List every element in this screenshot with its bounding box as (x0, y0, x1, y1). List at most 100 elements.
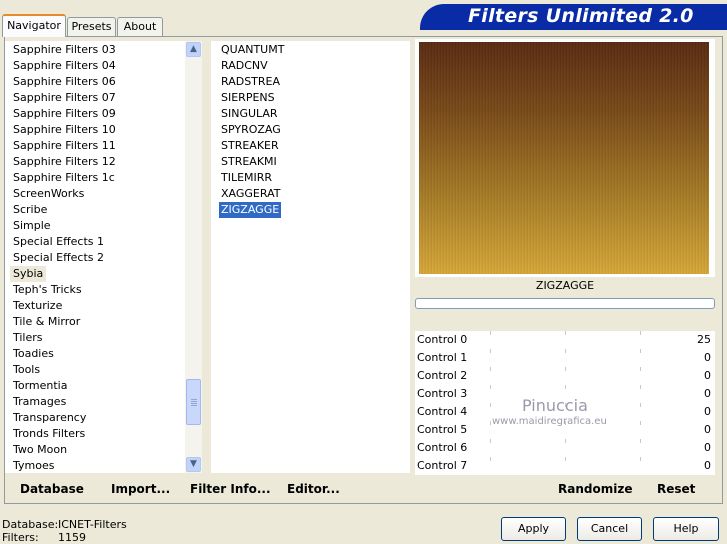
slider-tick (565, 349, 566, 353)
category-item[interactable]: Tools (13, 362, 40, 378)
scroll-up-button[interactable]: ▲ (186, 42, 201, 57)
category-item[interactable]: Sapphire Filters 10 (13, 122, 116, 138)
control-label: Control 0 (417, 333, 468, 346)
scroll-thumb[interactable] (186, 379, 201, 425)
category-item[interactable]: Tymoes (13, 458, 54, 474)
filter-item[interactable]: STREAKMI (221, 154, 277, 170)
editor-button[interactable]: Editor... (287, 482, 340, 496)
slider-tick (490, 403, 491, 407)
control-slider[interactable]: Control 1 0 (415, 349, 715, 367)
filters-count-value: 1159 (58, 531, 86, 544)
slider-tick (640, 421, 641, 425)
watermark-url: www.maidiregrafica.eu (492, 416, 607, 427)
tab-navigator[interactable]: Navigator (2, 14, 66, 37)
filter-item[interactable]: SIERPENS (221, 90, 275, 106)
category-item[interactable]: Tramages (13, 394, 66, 410)
slider-tick (565, 457, 566, 461)
filter-item[interactable]: XAGGERAT (221, 186, 280, 202)
category-item[interactable]: Sapphire Filters 03 (13, 42, 116, 58)
filter-list[interactable]: QUANTUMT RADCNV RADSTREA SIERPENS SINGULAR SP… (211, 41, 410, 473)
category-item[interactable]: Texturize (13, 298, 62, 314)
filter-info-button[interactable]: Filter Info... (190, 482, 271, 496)
control-label: Control 3 (417, 387, 468, 400)
import-button[interactable]: Import... (111, 482, 170, 496)
slider-tick (565, 331, 566, 335)
filter-item[interactable]: SPYROZAG (221, 122, 281, 138)
slider-tick (640, 403, 641, 407)
randomize-button[interactable]: Randomize (558, 482, 632, 496)
slider-tick (640, 331, 641, 335)
filter-item[interactable]: QUANTUMT (221, 42, 284, 58)
control-value: 0 (704, 441, 711, 454)
slider-tick (640, 439, 641, 443)
control-label: Control 1 (417, 351, 468, 364)
control-slider[interactable]: Control 2 0 (415, 367, 715, 385)
control-value: 0 (704, 459, 711, 472)
preview-image (419, 42, 709, 274)
cancel-button[interactable]: Cancel (577, 517, 642, 541)
scroll-down-button[interactable]: ▼ (186, 457, 201, 472)
category-item[interactable]: ScreenWorks (13, 186, 84, 202)
category-item[interactable]: Tronds Filters (13, 426, 85, 442)
filter-item[interactable]: SINGULAR (221, 106, 278, 122)
preview-filter-name: ZIGZAGGE (535, 279, 595, 292)
slider-tick (565, 439, 566, 443)
control-value: 0 (704, 423, 711, 436)
control-value: 0 (704, 405, 711, 418)
slider-tick (640, 457, 641, 461)
category-item[interactable]: Sapphire Filters 07 (13, 90, 116, 106)
category-item[interactable]: Tile & Mirror (13, 314, 80, 330)
control-label: Control 7 (417, 459, 468, 472)
category-scrollbar[interactable]: ▲ ▼ (185, 41, 202, 473)
category-item[interactable]: Sapphire Filters 11 (13, 138, 116, 154)
control-value: 0 (704, 387, 711, 400)
slider-tick (490, 385, 491, 389)
control-label: Control 5 (417, 423, 468, 436)
control-label: Control 4 (417, 405, 468, 418)
control-value: 25 (697, 333, 711, 346)
help-button[interactable]: Help (653, 517, 719, 541)
control-slider[interactable]: Control 7 0 (415, 457, 715, 475)
category-item[interactable]: Tilers (13, 330, 43, 346)
slider-tick (490, 349, 491, 353)
category-item[interactable]: Two Moon (13, 442, 67, 458)
category-item[interactable]: Sapphire Filters 04 (13, 58, 116, 74)
slider-tick (490, 331, 491, 335)
top-strip (0, 0, 420, 4)
category-item[interactable]: Teph's Tricks (13, 282, 82, 298)
banner-title: Filters Unlimited 2.0 (468, 5, 694, 27)
category-item[interactable]: Sybia (10, 266, 47, 282)
category-item[interactable]: Special Effects 2 (13, 250, 104, 266)
category-item[interactable]: Transparency (13, 410, 86, 426)
category-item[interactable]: Sapphire Filters 09 (13, 106, 116, 122)
filters-count-label: Filters: (2, 531, 39, 544)
database-button[interactable]: Database (20, 482, 84, 496)
category-item[interactable]: Sapphire Filters 12 (13, 154, 116, 170)
reset-button[interactable]: Reset (657, 482, 695, 496)
tab-about[interactable]: About (117, 17, 163, 36)
category-item[interactable]: Sapphire Filters 06 (13, 74, 116, 90)
category-item[interactable]: Tormentia (13, 378, 67, 394)
control-slider[interactable]: Control 0 25 (415, 331, 715, 349)
tab-presets[interactable]: Presets (67, 17, 116, 36)
filter-item[interactable]: ZIGZAGGE (219, 202, 282, 218)
control-slider[interactable]: Control 6 0 (415, 439, 715, 457)
filter-item[interactable]: RADCNV (221, 58, 268, 74)
category-item[interactable]: Sapphire Filters 1c (13, 170, 115, 186)
database-label: Database: (2, 518, 59, 531)
filter-item[interactable]: RADSTREA (221, 74, 280, 90)
filter-item[interactable]: STREAKER (221, 138, 279, 154)
filter-item[interactable]: TILEMIRR (221, 170, 272, 186)
category-item[interactable]: Simple (13, 218, 51, 234)
progress-bar (415, 298, 715, 309)
control-label: Control 2 (417, 369, 468, 382)
control-value: 0 (704, 351, 711, 364)
category-item[interactable]: Special Effects 1 (13, 234, 104, 250)
slider-tick (490, 439, 491, 443)
category-list[interactable]: Sapphire Filters 03 Sapphire Filters 04 Sa… (5, 41, 185, 473)
category-item[interactable]: Scribe (13, 202, 47, 218)
slider-tick (640, 367, 641, 371)
category-item[interactable]: Toadies (13, 346, 54, 362)
control-value: 0 (704, 369, 711, 382)
apply-button[interactable]: Apply (501, 517, 566, 541)
